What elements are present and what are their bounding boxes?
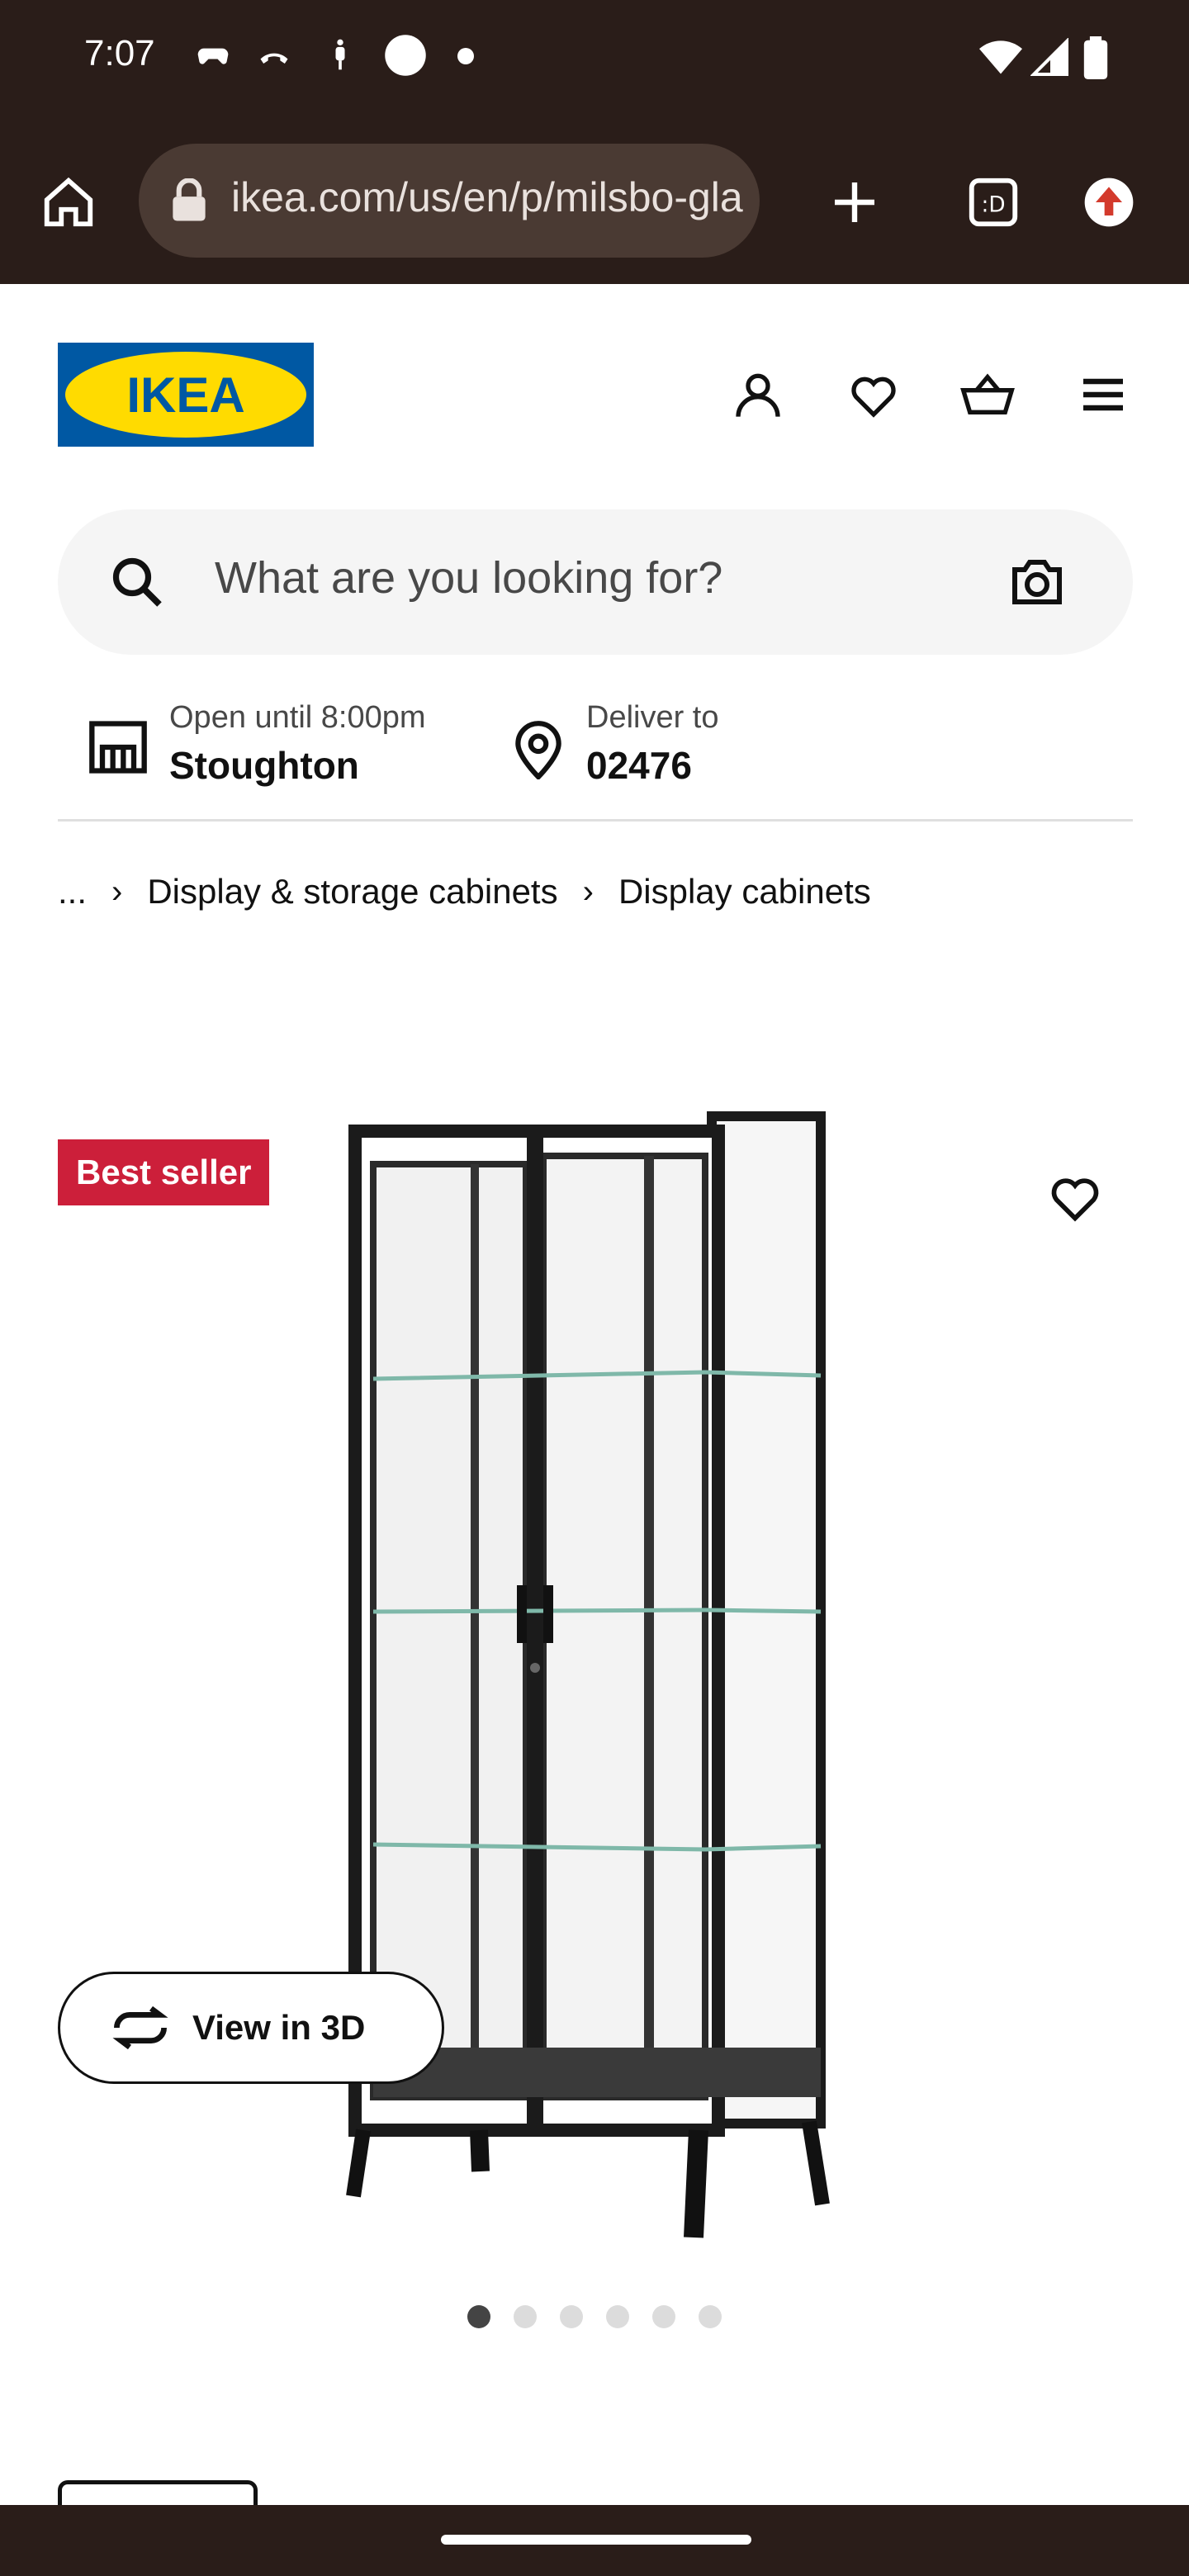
update-button[interactable] [1072, 165, 1146, 239]
carousel-dot[interactable] [514, 2305, 537, 2328]
view-in-3d-button[interactable]: View in 3D [58, 1972, 444, 2084]
ikea-logo-mark: IKEA [58, 343, 314, 447]
svg-text::D: :D [981, 193, 1005, 218]
carousel-dot[interactable] [699, 2305, 722, 2328]
view-in-3d-label: View in 3D [192, 2008, 366, 2047]
search-input[interactable]: What are you looking for? [58, 509, 1133, 655]
store-icon [89, 721, 147, 774]
camera-icon[interactable] [1007, 552, 1067, 612]
home-gesture-handle[interactable] [441, 2535, 751, 2545]
dot-icon [457, 48, 474, 64]
breadcrumb-display-cabinets[interactable]: Display cabinets [618, 872, 871, 912]
lock-icon [173, 178, 206, 221]
cart-button[interactable] [956, 363, 1019, 426]
best-seller-badge: Best seller [58, 1139, 270, 1205]
url-text: ikea.com/us/en/p/milsbo-glass-door-cabin… [231, 174, 743, 220]
update-arrow-icon [1084, 178, 1134, 227]
rotate-icon [112, 2005, 168, 2050]
new-tab-button[interactable] [817, 165, 892, 239]
system-navigation-bar [0, 2505, 1189, 2576]
status-bar: 7:07 [0, 0, 1189, 116]
breadcrumb-ellipsis[interactable]: ... [58, 872, 87, 912]
breadcrumb: ... › Display & storage cabinets › Displ… [58, 869, 871, 915]
carousel-dot[interactable] [467, 2305, 490, 2328]
signal-icon [1030, 38, 1068, 76]
store-hours: Open until 8:00pm [169, 700, 426, 735]
url-field[interactable]: ikea.com/us/en/p/milsbo-glass-door-cabin… [139, 144, 760, 258]
location-pin-icon [515, 721, 561, 779]
scooter-icon [335, 39, 345, 70]
divider [58, 819, 1133, 822]
search-placeholder: What are you looking for? [215, 553, 723, 603]
account-button[interactable] [727, 363, 789, 426]
tab-switcher-button[interactable]: :D [956, 165, 1030, 239]
wishlist-button[interactable] [842, 363, 905, 426]
delivery-label: Deliver to [586, 700, 719, 735]
image-carousel-dots [467, 2305, 722, 2328]
tabs-icon: :D [969, 178, 1018, 227]
plus-icon [835, 182, 874, 222]
product-image[interactable] [330, 1098, 859, 2254]
home-icon [44, 177, 93, 227]
chevron-right-icon: › [111, 873, 123, 910]
address-bar-row: ikea.com/us/en/p/milsbo-glass-door-cabin… [0, 140, 1189, 264]
status-time: 7:07 [84, 33, 155, 73]
store-name: Stoughton [169, 744, 359, 787]
home-button[interactable] [31, 165, 106, 239]
svg-text:IKEA: IKEA [126, 367, 244, 423]
chevron-right-icon: › [582, 873, 594, 910]
circle-icon [385, 35, 426, 76]
save-to-list-button[interactable] [1042, 1164, 1108, 1230]
person-icon [736, 373, 780, 417]
missed-call-icon [260, 53, 288, 64]
carousel-dot[interactable] [606, 2305, 629, 2328]
delivery-zip: 02476 [586, 744, 692, 787]
hamburger-icon [1083, 378, 1123, 411]
browser-chrome: 7:07 ikea.com/us/en/p/milsbo-glass-door-… [0, 0, 1189, 284]
carousel-dot[interactable] [560, 2305, 583, 2328]
search-icon [112, 557, 162, 607]
breadcrumb-display-storage[interactable]: Display & storage cabinets [147, 872, 557, 912]
battery-icon [1083, 36, 1108, 79]
game-controller-icon [197, 48, 229, 64]
wifi-icon [979, 40, 1022, 74]
menu-button[interactable] [1072, 363, 1135, 426]
heart-icon [851, 376, 896, 418]
carousel-dot[interactable] [652, 2305, 675, 2328]
heart-icon [1051, 1178, 1099, 1222]
basket-icon [960, 373, 1015, 414]
ikea-logo[interactable]: IKEA [58, 343, 314, 447]
